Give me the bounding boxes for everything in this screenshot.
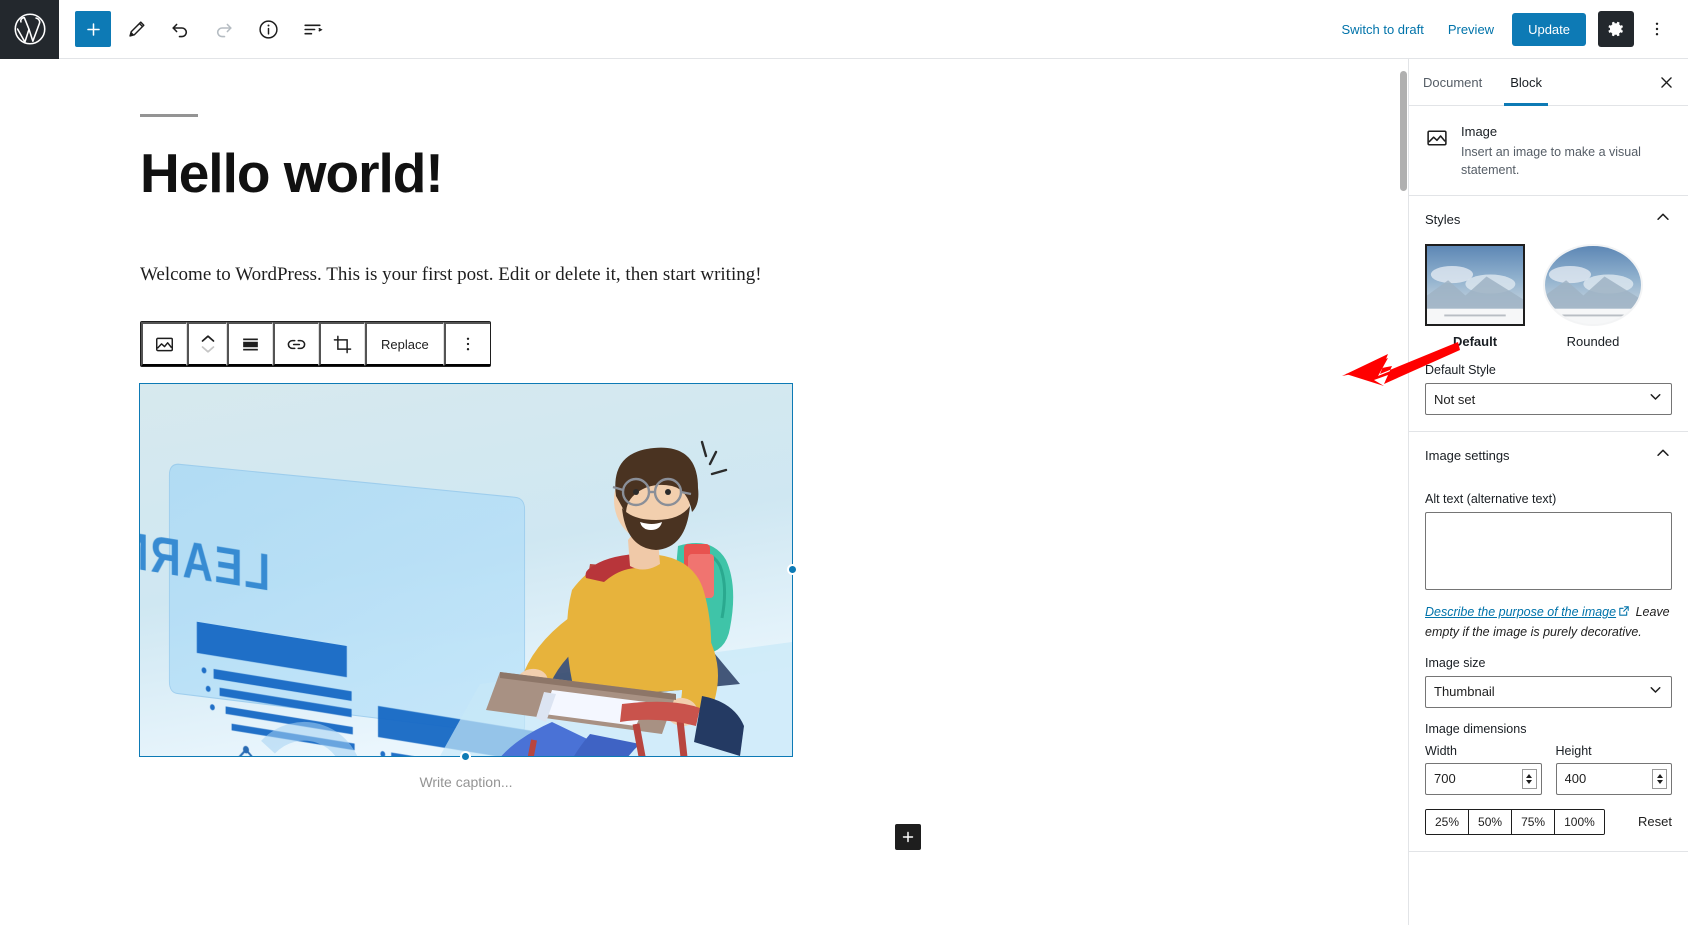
image-settings-header[interactable]: Image settings	[1425, 432, 1672, 478]
block-card-description: Insert an image to make a visual stateme…	[1461, 145, 1641, 178]
styles-panel-title: Styles	[1425, 211, 1461, 227]
width-label: Width	[1425, 743, 1457, 758]
styles-panel: Styles Default Rounded Default Style Not…	[1409, 196, 1688, 433]
block-card-title: Image	[1461, 124, 1498, 139]
percent-button-group: 25% 50% 75% 100%	[1425, 808, 1605, 835]
image-frame[interactable]: LEARN	[139, 383, 798, 762]
preview-button[interactable]: Preview	[1436, 16, 1506, 43]
image-size-select[interactable]: Thumbnail	[1425, 675, 1672, 708]
styles-panel-header[interactable]: Styles	[1425, 196, 1672, 242]
sidebar-tabs: Document Block	[1409, 59, 1688, 106]
scale-controls: 25% 50% 75% 100% Reset	[1425, 808, 1672, 835]
wordpress-logo-icon[interactable]	[0, 0, 59, 59]
three-dots-vertical-icon[interactable]	[443, 322, 490, 366]
image-icon	[1425, 124, 1449, 179]
editor-top-bar: Switch to draft Preview Update	[0, 0, 1688, 59]
style-option-default[interactable]: Default	[1425, 244, 1525, 349]
style-thumbnail-rounded	[1543, 244, 1643, 327]
switch-to-draft-button[interactable]: Switch to draft	[1329, 16, 1435, 43]
block-toolbar: Replace	[140, 321, 491, 367]
default-style-select[interactable]: Not set	[1425, 383, 1672, 416]
pencil-icon[interactable]	[117, 10, 155, 48]
resize-handle-right[interactable]	[787, 564, 798, 575]
external-link-icon	[1618, 604, 1630, 623]
describe-purpose-link[interactable]: Describe the purpose of the image	[1425, 605, 1616, 619]
style-label-rounded: Rounded	[1566, 334, 1620, 350]
tab-block[interactable]: Block	[1496, 59, 1556, 106]
image-settings-title: Image settings	[1425, 447, 1510, 463]
image-size-label: Image size	[1425, 655, 1486, 670]
tab-document[interactable]: Document	[1409, 59, 1496, 105]
image-dimensions-label: Image dimensions	[1425, 721, 1527, 736]
alt-text-label: Alt text (alternative text)	[1425, 492, 1557, 507]
link-icon[interactable]	[273, 322, 319, 366]
resize-handle-bottom[interactable]	[460, 751, 471, 762]
image-block[interactable]: LEARN Write caption...	[139, 383, 798, 790]
settings-sidebar: Document Block Image Insert an image to …	[1400, 59, 1688, 925]
alt-text-input[interactable]	[1425, 512, 1672, 591]
close-x-icon[interactable]	[1644, 59, 1688, 105]
sidebar-scroll-area: Image Insert an image to make a visual s…	[1409, 106, 1688, 925]
editor-canvas[interactable]: Hello world! Welcome to WordPress. This …	[0, 59, 1408, 925]
width-stepper[interactable]	[1521, 768, 1537, 789]
student-illustration: LEARN	[140, 384, 792, 756]
align-icon[interactable]	[227, 322, 273, 366]
style-thumbnail-default	[1425, 244, 1525, 327]
info-circle-icon[interactable]	[249, 10, 287, 48]
style-label-default: Default	[1452, 334, 1498, 350]
chevron-updown-icon[interactable]	[187, 322, 227, 366]
scale-100-button[interactable]: 100%	[1555, 809, 1604, 834]
default-style-label: Default Style	[1425, 363, 1496, 378]
top-bar-left-tools	[59, 10, 337, 48]
reset-dimensions-button[interactable]: Reset	[1638, 814, 1672, 829]
title-divider	[140, 114, 198, 117]
three-dots-vertical-icon[interactable]	[1640, 11, 1674, 47]
chevron-up-icon[interactable]	[1654, 444, 1672, 467]
post-paragraph[interactable]: Welcome to WordPress. This is your first…	[140, 260, 860, 290]
alt-text-help: Describe the purpose of the image Leave …	[1425, 603, 1672, 642]
gear-icon[interactable]	[1598, 11, 1634, 47]
image-icon[interactable]	[141, 322, 187, 366]
scale-50-button[interactable]: 50%	[1469, 809, 1513, 834]
style-option-rounded[interactable]: Rounded	[1543, 244, 1643, 349]
list-view-icon[interactable]	[293, 10, 331, 48]
dimension-inputs: Width Height	[1425, 744, 1672, 795]
style-options: Default Rounded	[1425, 242, 1672, 349]
undo-arrow-icon[interactable]	[161, 10, 199, 48]
sidebar-scrollbar[interactable]	[1400, 71, 1407, 191]
block-inserter-button[interactable]	[75, 11, 111, 47]
replace-image-button[interactable]: Replace	[365, 322, 444, 366]
height-label: Height	[1555, 743, 1592, 758]
editor-body: Hello world! Welcome to WordPress. This …	[0, 59, 1688, 925]
crop-icon[interactable]	[319, 322, 365, 366]
bottom-block-inserter-button[interactable]	[895, 824, 921, 850]
update-button[interactable]: Update	[1512, 12, 1586, 46]
page-title[interactable]: Hello world!	[140, 143, 860, 204]
post-content: Hello world! Welcome to WordPress. This …	[140, 59, 860, 290]
image-caption-input[interactable]: Write caption...	[140, 774, 792, 790]
block-type-card: Image Insert an image to make a visual s…	[1409, 106, 1688, 197]
scale-25-button[interactable]: 25%	[1426, 809, 1470, 834]
image-settings-panel: Image settings Alt text (alternative tex…	[1409, 432, 1688, 852]
redo-arrow-icon[interactable]	[205, 10, 243, 48]
wordpress-block-editor: Switch to draft Preview Update Hello wor…	[0, 0, 1688, 925]
height-stepper[interactable]	[1652, 768, 1667, 789]
chevron-up-icon[interactable]	[1654, 208, 1672, 231]
scale-75-button[interactable]: 75%	[1512, 809, 1556, 834]
top-bar-right-tools: Switch to draft Preview Update	[1329, 11, 1688, 47]
